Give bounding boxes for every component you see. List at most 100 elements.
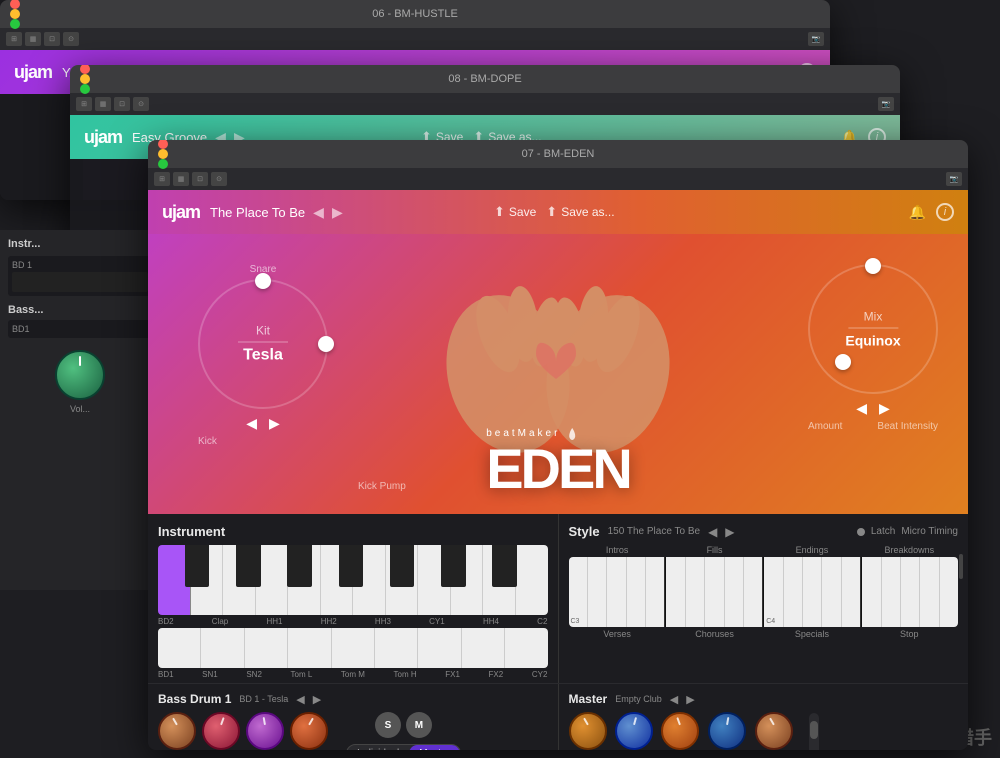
style-panel: Style 150 The Place To Be ◀ ▶ Latch Micr… xyxy=(559,514,969,683)
kit-knob-area: Snare Kit Tesla ◀ ▶ Kick xyxy=(198,264,328,447)
save-as-btn-3[interactable]: ⬆ Save as... xyxy=(546,204,614,220)
close-btn-3[interactable] xyxy=(158,140,168,149)
window-controls-2 xyxy=(80,65,90,94)
style-prev[interactable]: ◀ xyxy=(708,525,717,539)
ujam-logo-3: ujam xyxy=(162,202,200,223)
style-next[interactable]: ▶ xyxy=(725,525,734,539)
latch-dot xyxy=(857,528,865,536)
instrument-keyboard-2[interactable] xyxy=(158,628,548,668)
minimize-btn-3[interactable] xyxy=(158,149,168,159)
kit-nav: ◀ ▶ xyxy=(198,415,328,432)
decay-knob[interactable] xyxy=(202,712,240,750)
s-button[interactable]: S xyxy=(375,712,401,738)
mix-knob[interactable]: Mix Equinox xyxy=(808,264,938,394)
saturate-knob-wrap: Saturate xyxy=(615,712,653,750)
info-icon-3[interactable]: i xyxy=(936,203,954,221)
pitch-knob[interactable] xyxy=(246,712,284,750)
master-toggle-btn[interactable]: Master xyxy=(409,745,460,750)
maximize-btn-3[interactable] xyxy=(158,159,168,169)
style-label: Style xyxy=(569,524,600,539)
mix-next[interactable]: ▶ xyxy=(879,400,890,417)
latch-label[interactable]: Latch xyxy=(871,526,895,537)
ti-2-2: ▦ xyxy=(95,97,111,111)
bottom-controls: Bass Drum 1 BD 1 - Tesla ◀ ▶ Volume xyxy=(148,683,968,750)
kit-next[interactable]: ▶ xyxy=(269,415,280,432)
window-title-eden: 07 - BM-EDEN xyxy=(522,148,595,160)
toolbar-icons-2: ⊞ ▦ ⊡ ⊙ 📷 xyxy=(70,93,900,115)
ti-4: ⊙ xyxy=(63,32,79,46)
master-slider[interactable] xyxy=(809,713,819,750)
maximize-knob[interactable] xyxy=(661,712,699,750)
side-panel-visible: Instr... BD 1 Bass... BD1 Vol... xyxy=(0,230,160,590)
pitch-knob-wrap: Pitch xyxy=(246,712,284,750)
minimize-btn-2[interactable] xyxy=(80,74,90,84)
maximize-btn-2[interactable] xyxy=(80,84,90,94)
toolbar-icons-3: ⊞ ▦ ⊡ ⊙ 📷 xyxy=(148,168,968,190)
next-preset-3[interactable]: ▶ xyxy=(332,204,343,221)
window-controls-3 xyxy=(158,140,168,169)
ti-2-1: ⊞ xyxy=(76,97,92,111)
master-preset[interactable]: Empty Club xyxy=(615,694,662,704)
fills-label: Fills xyxy=(666,545,763,555)
saturate-knob[interactable] xyxy=(615,712,653,750)
volume-knob[interactable] xyxy=(158,712,196,750)
bd-prev[interactable]: ◀ xyxy=(296,693,304,706)
master-prev[interactable]: ◀ xyxy=(670,693,678,706)
output-section: S M Individual Master xyxy=(346,712,461,750)
mix-knob-area: Mix Equinox ◀ ▶ Amount Beat Intensity xyxy=(808,264,938,432)
side-knob xyxy=(8,350,152,400)
save-btn-3[interactable]: ⬆ Save xyxy=(494,204,536,220)
mix-prev[interactable]: ◀ xyxy=(856,400,867,417)
vol-label-side: Vol... xyxy=(8,404,152,414)
prev-preset-3[interactable]: ◀ xyxy=(313,204,324,221)
style-keyboard[interactable]: C3 xyxy=(569,557,959,627)
close-btn-2[interactable] xyxy=(80,65,90,74)
ujam-logo-1: ujam xyxy=(14,62,52,83)
kick-label: Kick xyxy=(198,436,328,447)
individual-btn[interactable]: Individual xyxy=(347,745,409,750)
micro-timing-label[interactable]: Micro Timing xyxy=(901,526,958,537)
ti-2-3: ⊡ xyxy=(114,97,130,111)
volume-knob-wrap: Volume xyxy=(158,712,196,750)
filter-knob[interactable] xyxy=(290,712,328,750)
key-labels-bottom: BD1 SN1 SN2 Tom L Tom M Tom H FX1 FX2 CY… xyxy=(158,670,548,679)
kit-knob-dot-right xyxy=(318,336,334,352)
m-button[interactable]: M xyxy=(406,712,432,738)
mix-knob-dot2 xyxy=(835,354,851,370)
kit-label: Kit xyxy=(238,324,288,338)
master-slider-thumb xyxy=(810,721,818,739)
close-btn[interactable] xyxy=(10,0,20,9)
sm-buttons: S M xyxy=(375,712,432,738)
bass-drum-controls: Volume Decay Pitch xyxy=(158,712,548,750)
window-title-dope: 08 - BM-DOPE xyxy=(448,73,521,85)
amount-label: Amount xyxy=(808,421,842,432)
ti-cam-1: 📷 xyxy=(808,32,824,46)
master-volume-knob[interactable] xyxy=(755,712,793,750)
maximize-knob-wrap: Maximize xyxy=(661,712,699,750)
hero-section: Snare Kit Tesla ◀ ▶ Kick Kick Pump xyxy=(148,234,968,514)
kit-prev[interactable]: ◀ xyxy=(246,415,257,432)
instrument-keyboard[interactable] xyxy=(158,545,548,615)
ti-3-4: ⊙ xyxy=(211,172,227,186)
kick-pump-label: Kick Pump xyxy=(358,481,406,492)
style-preset[interactable]: 150 The Place To Be xyxy=(608,526,700,537)
toolbar-eden: ujam The Place To Be ◀ ▶ ⬆ Save ⬆ Save a… xyxy=(148,190,968,234)
style-scrollbar[interactable] xyxy=(958,554,964,679)
bass-drum-header: Bass Drum 1 BD 1 - Tesla ◀ ▶ xyxy=(158,692,548,706)
sweep-knob[interactable] xyxy=(569,712,607,750)
bell-icon-3[interactable]: 🔔 xyxy=(909,204,926,221)
bass-drum-preset: BD 1 - Tesla xyxy=(239,694,288,704)
mix-value: Equinox xyxy=(845,333,900,349)
preset-eden[interactable]: The Place To Be xyxy=(210,205,305,220)
ambience-knob[interactable] xyxy=(708,712,746,750)
kit-knob[interactable]: Kit Tesla xyxy=(198,279,328,409)
bd-next[interactable]: ▶ xyxy=(313,693,321,706)
ti-cam-3: 📷 xyxy=(946,172,962,186)
master-next[interactable]: ▶ xyxy=(686,693,694,706)
minimize-btn[interactable] xyxy=(10,9,20,19)
verses-label: Verses xyxy=(569,629,666,639)
mix-bottom-labels: Amount Beat Intensity xyxy=(808,421,938,432)
bass-side-label: Bass... xyxy=(8,304,152,316)
specials-label: Specials xyxy=(763,629,860,639)
maximize-btn[interactable] xyxy=(10,19,20,29)
